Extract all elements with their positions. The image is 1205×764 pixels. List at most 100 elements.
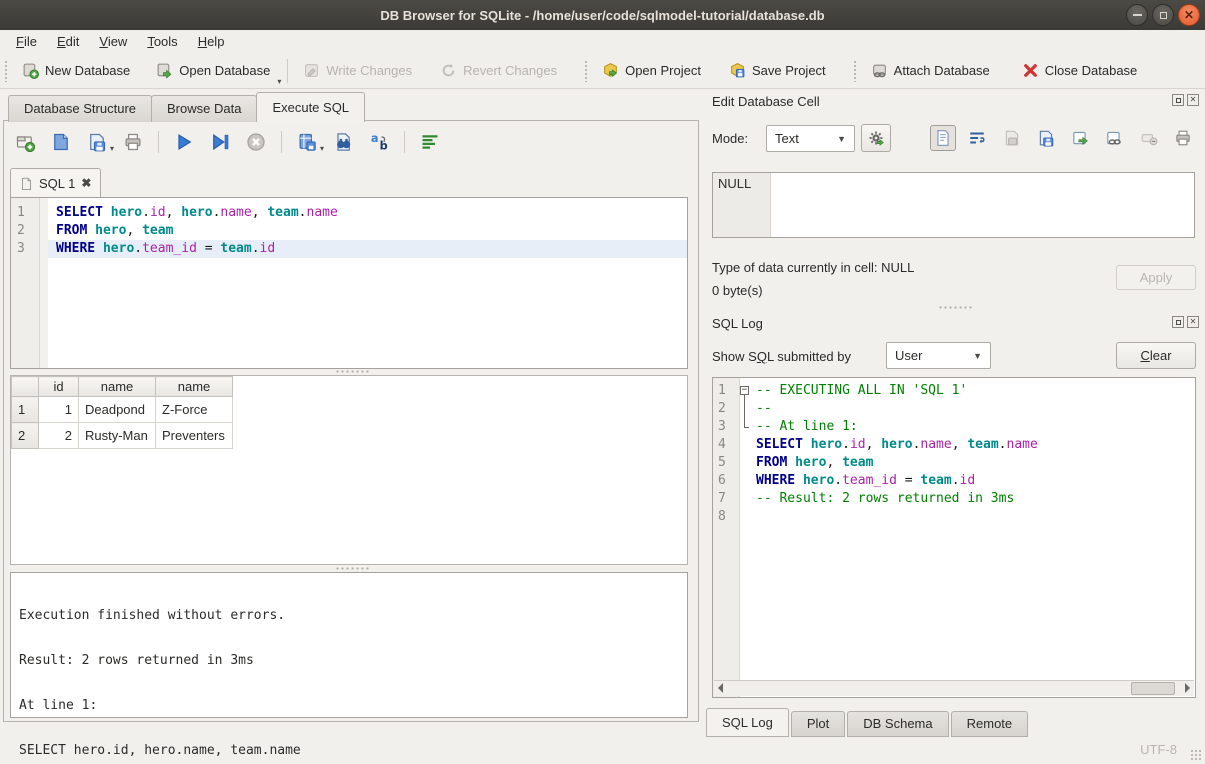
cell-id[interactable]: 1: [39, 397, 79, 423]
splitter-grip[interactable]: [335, 567, 369, 570]
replace-icon[interactable]: ab: [368, 131, 390, 153]
revert-changes-button[interactable]: Revert Changes: [431, 58, 566, 83]
open-database-menu-arrow[interactable]: ▾: [277, 77, 281, 88]
import-cell-icon[interactable]: [999, 125, 1025, 151]
menu-help[interactable]: Help: [188, 32, 235, 51]
menu-view[interactable]: View: [89, 32, 137, 51]
write-changes-button[interactable]: Write Changes: [294, 58, 421, 83]
dock-tab-sql-log[interactable]: SQL Log: [706, 708, 789, 737]
corner-header[interactable]: [12, 377, 39, 397]
minimize-button[interactable]: [1126, 4, 1148, 26]
auto-switch-mode-button[interactable]: [861, 124, 891, 152]
column-header-name2[interactable]: name: [156, 377, 233, 397]
close-tab-icon[interactable]: ✖: [81, 176, 91, 190]
print-cell-icon[interactable]: [1170, 125, 1196, 151]
scroll-left-icon[interactable]: [718, 683, 723, 693]
scroll-right-icon[interactable]: [1185, 683, 1190, 693]
resize-grip[interactable]: [1190, 749, 1202, 761]
dock-tab-remote[interactable]: Remote: [951, 711, 1029, 737]
title-bar: DB Browser for SQLite - /home/user/code/…: [0, 0, 1205, 30]
export-menu-arrow[interactable]: ▾: [320, 144, 324, 155]
stop-icon[interactable]: [245, 131, 267, 153]
cell-hero-name[interactable]: Deadpond: [79, 397, 156, 423]
toolbar-grip[interactable]: [584, 60, 589, 82]
execute-line-icon[interactable]: [209, 131, 231, 153]
close-button[interactable]: ✕: [1178, 4, 1200, 26]
open-project-button[interactable]: Open Project: [593, 58, 710, 83]
column-header-name[interactable]: name: [79, 377, 156, 397]
text-mode-icon[interactable]: [930, 125, 956, 151]
float-dock-icon[interactable]: [1172, 316, 1184, 328]
row-header[interactable]: 2: [12, 423, 39, 449]
encoding-indicator: UTF-8: [1140, 742, 1177, 757]
fold-toggle-icon[interactable]: −: [740, 386, 749, 395]
sql-editor[interactable]: 1 SELECT hero.id, hero.name, team.name 2…: [10, 197, 688, 369]
tab-database-structure[interactable]: Database Structure: [8, 95, 152, 122]
open-project-icon: [602, 62, 619, 79]
sql-1-tab[interactable]: SQL 1 ✖: [10, 168, 101, 197]
dock-tab-db-schema[interactable]: DB Schema: [847, 711, 948, 737]
apply-button[interactable]: Apply: [1116, 265, 1196, 290]
toolbar-grip[interactable]: [4, 60, 9, 82]
menu-file[interactable]: File: [6, 32, 47, 51]
scrollbar-thumb[interactable]: [1131, 682, 1175, 695]
clear-log-button[interactable]: Clear: [1116, 342, 1196, 369]
find-icon[interactable]: [332, 131, 354, 153]
print-icon[interactable]: [122, 131, 144, 153]
sql-document-icon: [20, 177, 33, 190]
open-sql-file-icon[interactable]: [50, 131, 72, 153]
editor-line-current: 3 WHERE hero.team_id = team.id: [11, 240, 687, 258]
export-results-icon[interactable]: ▾: [296, 131, 318, 153]
tab-browse-data[interactable]: Browse Data: [151, 95, 257, 122]
new-database-button[interactable]: New Database: [13, 58, 139, 83]
float-dock-icon[interactable]: [1172, 94, 1184, 106]
save-sql-file-icon[interactable]: ▾: [86, 131, 108, 153]
save-project-button[interactable]: Save Project: [720, 58, 835, 83]
tab-execute-sql[interactable]: Execute SQL: [256, 92, 365, 122]
splitter-grip[interactable]: [938, 306, 972, 309]
chevron-down-icon: ▼: [973, 351, 982, 361]
sql-log-dock-buttons: ✕: [1172, 316, 1199, 328]
write-changes-icon: [303, 62, 320, 79]
word-wrap-icon[interactable]: [964, 125, 990, 151]
export-cell-icon[interactable]: [1067, 125, 1093, 151]
window-title: DB Browser for SQLite - /home/user/code/…: [380, 8, 824, 23]
dock-tab-plot[interactable]: Plot: [791, 711, 845, 737]
sql-source-value: User: [895, 348, 922, 363]
open-tab-icon[interactable]: [14, 131, 36, 153]
line-number: 3: [11, 240, 39, 258]
close-dock-icon[interactable]: ✕: [1187, 316, 1199, 328]
maximize-button[interactable]: [1152, 4, 1174, 26]
cell-id[interactable]: 2: [39, 423, 79, 449]
cell-value-editor[interactable]: NULL: [712, 172, 1195, 238]
execute-all-icon[interactable]: [173, 131, 195, 153]
menu-edit[interactable]: Edit: [47, 32, 89, 51]
save-project-icon: [729, 62, 746, 79]
open-database-button[interactable]: Open Database: [147, 58, 279, 83]
mode-select[interactable]: Text ▼: [766, 125, 855, 152]
line-number: 2: [11, 222, 39, 240]
cell-hero-name[interactable]: Rusty-Man: [79, 423, 156, 449]
save-cell-icon[interactable]: [1033, 125, 1059, 151]
column-header-id[interactable]: id: [39, 377, 79, 397]
link-cell-icon[interactable]: [1101, 125, 1127, 151]
cell-team-name[interactable]: Preventers: [156, 423, 233, 449]
close-database-button[interactable]: Close Database: [1013, 58, 1147, 83]
splitter-grip[interactable]: [335, 370, 369, 373]
db-browser-window: DB Browser for SQLite - /home/user/code/…: [0, 0, 1205, 764]
edit-cell-dock-buttons: ✕: [1172, 94, 1199, 106]
cell-size-info: 0 byte(s): [712, 283, 763, 298]
save-menu-arrow[interactable]: ▾: [110, 144, 114, 155]
attach-database-button[interactable]: Attach Database: [862, 58, 999, 83]
cell-editor-toolbar: [930, 125, 1196, 151]
close-dock-icon[interactable]: ✕: [1187, 94, 1199, 106]
set-null-icon[interactable]: [1136, 125, 1162, 151]
row-header[interactable]: 1: [12, 397, 39, 423]
horizontal-scrollbar[interactable]: [714, 680, 1194, 696]
menu-tools[interactable]: Tools: [137, 32, 187, 51]
toolbar-grip[interactable]: [853, 60, 858, 82]
cell-team-name[interactable]: Z-Force: [156, 397, 233, 423]
cell-value: NULL: [718, 176, 751, 191]
format-sql-icon[interactable]: [419, 131, 441, 153]
sql-source-select[interactable]: User ▼: [886, 342, 991, 369]
